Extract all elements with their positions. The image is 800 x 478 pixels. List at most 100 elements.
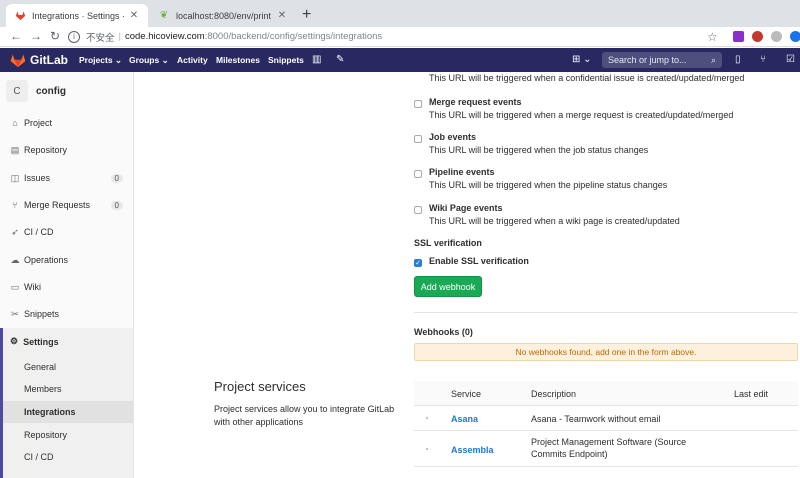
- url-field[interactable]: i 不安全 | code.hicoview.com :8000/backend/…: [68, 28, 722, 45]
- project-services-title: Project services: [214, 379, 306, 394]
- search-icon: ⌕: [710, 54, 716, 65]
- sidebar-settings-group: ⚙ Settings General Members Integrations …: [0, 328, 133, 478]
- sidebar-item-label: Merge Requests: [24, 200, 91, 210]
- service-description: Project Management Software (Source Comm…: [531, 437, 687, 459]
- project-sidebar: C config ⌂ Project ▤ Repository ◫ Issues…: [0, 72, 134, 478]
- job-events-checkbox[interactable]: [414, 135, 422, 143]
- url-host: code.hicoview.com: [124, 31, 205, 42]
- project-name: config: [36, 85, 66, 97]
- sidebar-item-repository[interactable]: ▤ Repository: [0, 139, 133, 161]
- tab-title: Integrations · Settings · backe: [32, 10, 128, 21]
- nav-projects[interactable]: Projects ⌄: [79, 55, 122, 66]
- sidebar-item-label: CI / CD: [24, 227, 54, 237]
- sidebar-item-label: Repository: [24, 145, 68, 155]
- sidebar-item-ci-cd[interactable]: ➶ CI / CD: [0, 221, 133, 243]
- wiki-page-events-checkbox[interactable]: [414, 206, 422, 214]
- merge-request-icon: ⑂: [12, 200, 18, 210]
- info-icon[interactable]: i: [68, 30, 80, 43]
- sidebar-item-project[interactable]: ⌂ Project: [0, 112, 133, 134]
- browser-tab-localhost[interactable]: ❦ localhost:8080/env/print ✕: [150, 4, 296, 27]
- column-last-edit: Last edit: [734, 389, 769, 399]
- service-name-link[interactable]: Assembla: [451, 445, 494, 455]
- admin-wrench-icon[interactable]: ✎: [336, 54, 344, 65]
- sidebar-item-merge-requests[interactable]: ⑂ Merge Requests 0: [0, 194, 133, 216]
- sidebar-item-wiki[interactable]: ▭ Wiki: [0, 276, 133, 298]
- merge-requests-count-badge: 0: [110, 200, 123, 210]
- main-content: This URL will be triggered when a confid…: [135, 72, 800, 478]
- extension-blue-icon[interactable]: [790, 31, 800, 42]
- home-icon: ⌂: [12, 118, 18, 128]
- browser-tab-integrations[interactable]: Integrations · Settings · backe ✕: [6, 4, 148, 27]
- column-description: Description: [531, 389, 577, 399]
- sidebar-item-label: Issues: [24, 173, 51, 183]
- nav-snippets[interactable]: Snippets: [268, 55, 304, 65]
- extension-flag-icon[interactable]: [752, 31, 763, 42]
- sidebar-subitem-ci-cd[interactable]: CI / CD: [3, 446, 133, 468]
- tab-title: localhost:8080/env/print: [176, 10, 272, 21]
- new-item-plus-icon[interactable]: ⊞ ⌄: [572, 54, 592, 65]
- service-name-link[interactable]: Asana: [451, 414, 478, 424]
- url-path: :8000/backend/config/settings/integratio…: [204, 31, 383, 42]
- hook-title: Job events: [429, 132, 477, 142]
- sidebar-item-label: Project: [24, 118, 53, 128]
- bookmark-star-icon[interactable]: ☆: [707, 30, 718, 44]
- sidebar-item-operations[interactable]: ☁ Operations: [0, 249, 133, 271]
- sidebar-item-settings[interactable]: ⚙ Settings: [10, 336, 59, 347]
- extension-gray-icon[interactable]: [771, 31, 782, 42]
- chart-icon[interactable]: ▥: [312, 54, 321, 65]
- cloud-gear-icon: ☁: [10, 254, 20, 265]
- enable-ssl-label: Enable SSL verification: [429, 256, 529, 266]
- merge-requests-nav-icon[interactable]: ⑂: [760, 54, 766, 65]
- book-icon: ▤: [10, 144, 20, 155]
- extension-icon[interactable]: [733, 31, 744, 42]
- sidebar-item-label: Snippets: [24, 309, 60, 319]
- reload-icon[interactable]: ↻: [50, 29, 60, 43]
- rocket-icon: ➶: [11, 226, 19, 237]
- pipeline-events-checkbox[interactable]: [414, 170, 422, 178]
- sidebar-item-label: Settings: [23, 336, 59, 347]
- hook-title: Merge request events: [429, 97, 522, 107]
- hook-description: This URL will be triggered when the pipe…: [429, 180, 668, 190]
- sidebar-subitem-integrations[interactable]: Integrations: [3, 401, 133, 423]
- gitlab-top-nav: GitLab Projects ⌄ Groups ⌄ Activity Mile…: [0, 48, 800, 72]
- back-arrow-icon[interactable]: ←: [10, 29, 22, 43]
- gitlab-favicon-icon: [14, 10, 26, 22]
- hook-description: This URL will be triggered when a wiki p…: [429, 216, 680, 226]
- add-webhook-button[interactable]: Add webhook: [414, 276, 482, 297]
- forward-arrow-icon[interactable]: →: [30, 29, 42, 43]
- url-separator: |: [118, 31, 121, 42]
- services-table-header: Service Description Last edit: [414, 381, 798, 406]
- nav-milestones[interactable]: Milestones: [216, 55, 260, 65]
- project-avatar: C: [6, 80, 28, 102]
- sidebar-item-issues[interactable]: ◫ Issues 0: [0, 167, 133, 189]
- todos-nav-icon[interactable]: ☑: [786, 54, 795, 65]
- gitlab-brand[interactable]: GitLab: [30, 53, 68, 67]
- sidebar-project-header[interactable]: C config: [6, 80, 66, 102]
- sidebar-item-snippets[interactable]: ✂ Snippets: [0, 303, 133, 325]
- sidebar-subitem-repository[interactable]: Repository: [3, 424, 133, 446]
- table-row: ◔ Assembla Project Management Software (…: [414, 431, 798, 467]
- nav-activity[interactable]: Activity: [177, 55, 208, 65]
- sidebar-subitem-general[interactable]: General: [3, 356, 133, 378]
- hook-title: Wiki Page events: [429, 203, 503, 213]
- issues-count-badge: 0: [110, 173, 123, 183]
- new-tab-icon[interactable]: +: [302, 6, 311, 24]
- service-status-icon: ◔: [424, 445, 429, 454]
- nav-groups[interactable]: Groups ⌄: [129, 55, 169, 66]
- hook-description: This URL will be triggered when a confid…: [429, 73, 745, 83]
- issues-nav-icon[interactable]: ▯: [735, 54, 741, 65]
- browser-address-bar: ← → ↻ i 不安全 | code.hicoview.com :8000/ba…: [0, 27, 800, 47]
- gitlab-logo-icon[interactable]: [10, 53, 26, 70]
- search-input[interactable]: Search or jump to... ⌕: [602, 52, 722, 68]
- tab-close-icon[interactable]: ✕: [276, 10, 288, 21]
- tab-close-icon[interactable]: ✕: [128, 10, 140, 21]
- merge-request-events-checkbox[interactable]: [414, 100, 422, 108]
- scissors-icon: ✂: [11, 308, 19, 319]
- hook-title: Pipeline events: [429, 167, 495, 177]
- project-services-description: Project services allow you to integrate …: [214, 404, 395, 427]
- table-row: ◔ Asana Asana - Teamwork without email: [414, 406, 798, 431]
- sidebar-subitem-members[interactable]: Members: [3, 378, 133, 400]
- enable-ssl-checkbox[interactable]: ✓: [414, 259, 422, 267]
- insecure-label: 不安全: [86, 32, 115, 44]
- gear-icon: ⚙: [10, 336, 19, 346]
